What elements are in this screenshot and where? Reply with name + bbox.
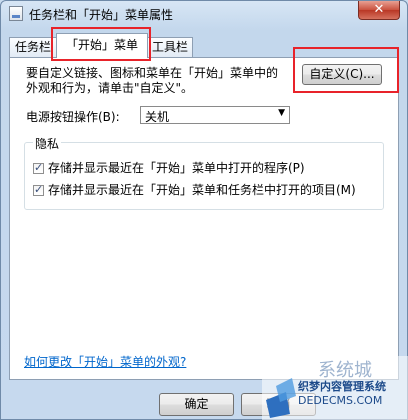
start-menu-panel: 要自定义链接、图标和菜单在「开始」菜单中的 外观和行为，请单击"自定义"。 自定… (9, 57, 399, 380)
watermark-line2: DEDECMS.COM (298, 394, 383, 407)
privacy-recent-items[interactable]: 存储并显示最近在「开始」菜单和任务栏中打开的项目(M) (33, 181, 356, 198)
close-icon: ✕ (373, 2, 385, 17)
title-bar[interactable]: 任务栏和「开始」菜单属性 ✕ (1, 1, 407, 27)
tab-taskbar[interactable]: 任务栏 (9, 37, 57, 57)
tab-toolbars[interactable]: 工具栏 (147, 37, 193, 57)
power-button-label: 电源按钮操作(B): (26, 110, 120, 124)
privacy-recent-programs[interactable]: 存储并显示最近在「开始」菜单中打开的程序(P) (33, 159, 305, 176)
checkbox-checked-icon[interactable] (33, 183, 44, 196)
power-button-select[interactable]: 关机 ▼ (140, 106, 290, 124)
start-menu-description: 要自定义链接、图标和菜单在「开始」菜单中的 外观和行为，请单击"自定义"。 (26, 66, 279, 95)
checkbox-label: 存储并显示最近在「开始」菜单和任务栏中打开的项目(M) (48, 183, 356, 197)
checkbox-checked-icon[interactable] (33, 161, 44, 174)
watermark-line1: 织梦内容管理系统 (298, 380, 386, 393)
privacy-title: 隐私 (33, 135, 62, 152)
tab-label: 任务栏 (14, 40, 51, 54)
checkbox-label: 存储并显示最近在「开始」菜单中打开的程序(P) (48, 161, 305, 175)
tab-label: 工具栏 (151, 40, 188, 54)
taskbar-properties-icon (9, 6, 23, 21)
privacy-group: 隐私 存储并显示最近在「开始」菜单中打开的程序(P) 存储并显示最近在「开始」菜… (24, 135, 384, 210)
ok-button-label: 确定 (184, 397, 209, 411)
close-button[interactable]: ✕ (358, 1, 400, 20)
watermark: 系统城 织梦内容管理系统 DEDECMS.COM (262, 356, 408, 420)
highlight-box-tab (51, 27, 151, 61)
help-link[interactable]: 如何更改「开始」菜单的外观? (24, 353, 186, 370)
window-title: 任务栏和「开始」菜单属性 (29, 8, 174, 22)
power-button-value: 关机 (145, 110, 170, 124)
ok-button[interactable]: 确定 (159, 393, 234, 416)
highlight-box-customize (293, 47, 399, 93)
chevron-down-icon: ▼ (278, 108, 285, 118)
